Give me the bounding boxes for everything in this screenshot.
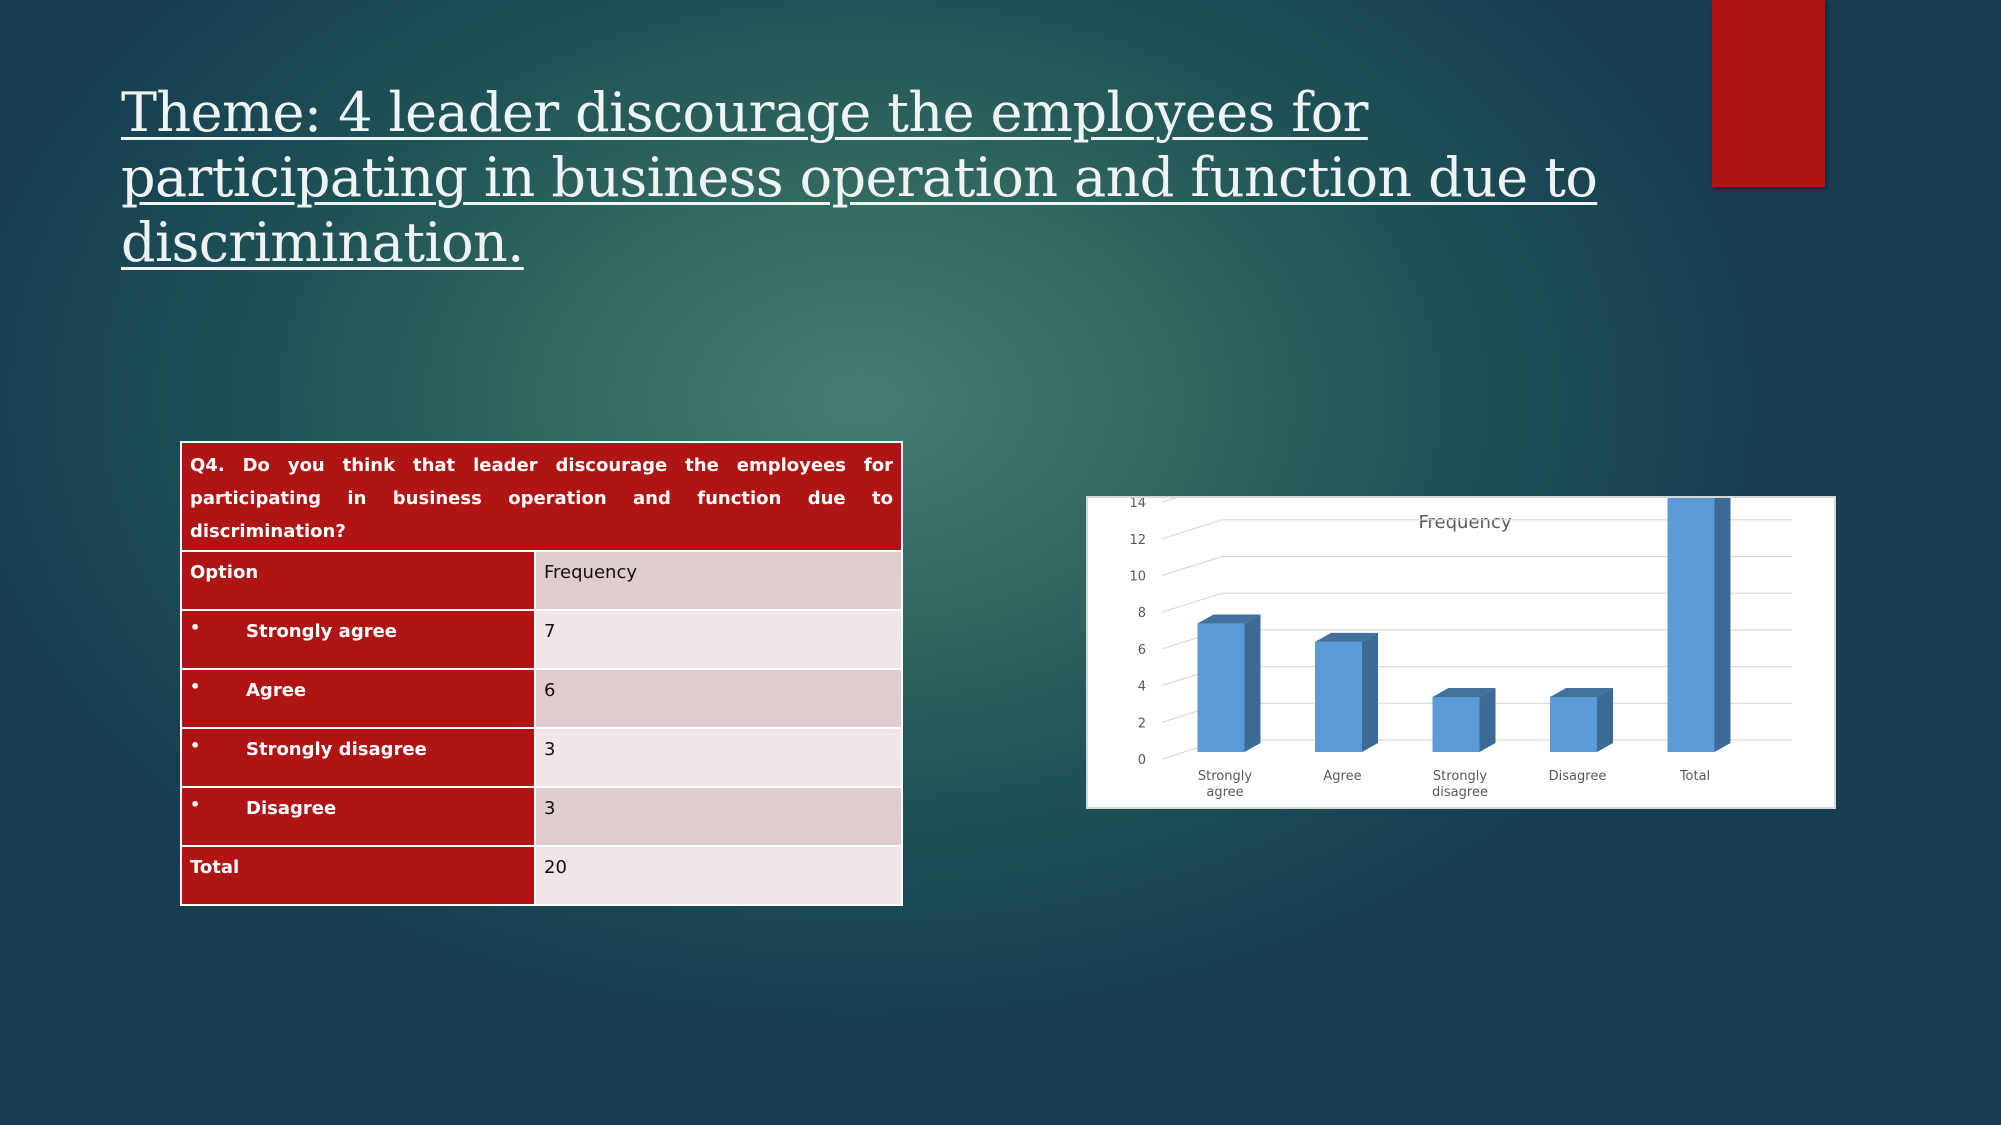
slide-title: Theme: 4 leader discourage the employees… <box>121 81 1598 274</box>
bar-front <box>1197 623 1245 752</box>
x-axis-labels: StronglyagreeAgree StronglydisagreeDisagr… <box>1198 769 1710 800</box>
header-option: Option <box>180 550 536 611</box>
gridline-side <box>1161 519 1223 540</box>
accent-bar <box>1712 0 1825 187</box>
gridline-side <box>1161 555 1223 577</box>
bars <box>1197 498 1731 752</box>
option-label: Strongly disagree <box>246 739 427 760</box>
y-axis-ticks: 02468101214161820 <box>1129 498 1146 768</box>
option-cell: • Disagree <box>180 786 536 847</box>
total-label: Total <box>180 845 536 906</box>
bullet-icon: • <box>190 618 201 637</box>
bullet-icon: • <box>190 677 201 696</box>
bullet-icon: • <box>190 795 201 814</box>
y-tick-label: 6 <box>1138 643 1146 658</box>
chart-canvas: Frequency 02468101214161820 Stronglyagre… <box>1129 498 1792 800</box>
x-tick-label: Disagree <box>1549 769 1607 784</box>
x-tick-label: Strongly <box>1433 769 1487 784</box>
header-frequency: Frequency <box>534 550 903 611</box>
option-label: Disagree <box>246 798 337 819</box>
y-tick-label: 8 <box>1138 606 1146 621</box>
header-row: Option Frequency <box>180 550 903 611</box>
y-tick-label: 14 <box>1129 498 1146 511</box>
x-tick-label: disagree <box>1432 785 1488 800</box>
question-cell: Q4. Do you think that leader discourage … <box>180 441 903 552</box>
bar-side <box>1597 687 1613 752</box>
option-cell: • Strongly disagree <box>180 727 536 788</box>
y-tick-label: 0 <box>1138 753 1146 768</box>
frequency-cell: 7 <box>534 609 903 670</box>
bar-agree <box>1315 632 1378 752</box>
survey-table: Q4. Do you think that leader discourage … <box>180 441 903 906</box>
y-tick-label: 12 <box>1129 533 1146 548</box>
bar-front <box>1550 696 1597 752</box>
y-tick-label: 10 <box>1129 570 1146 585</box>
frequency-cell: 3 <box>534 786 903 847</box>
gridline-side <box>1161 592 1223 613</box>
x-tick-label: agree <box>1206 785 1243 800</box>
bar-strongly-disagree <box>1432 687 1496 752</box>
bar-side <box>1244 614 1261 752</box>
question-row: Q4. Do you think that leader discourage … <box>180 441 903 552</box>
gridline-side <box>1161 498 1177 503</box>
y-tick-label: 2 <box>1138 716 1146 731</box>
bar-front <box>1315 641 1362 752</box>
bar-strongly-agree <box>1197 614 1261 752</box>
option-cell: • Strongly agree <box>180 609 536 670</box>
table-row: • Strongly disagree 3 <box>180 727 903 788</box>
frequency-cell: 3 <box>534 727 903 788</box>
x-tick-label: Total <box>1679 769 1710 784</box>
bar-total <box>1667 498 1731 752</box>
bar-side <box>1362 632 1378 752</box>
table-row: • Disagree 3 <box>180 786 903 847</box>
bar-disagree <box>1550 687 1613 752</box>
option-label: Strongly agree <box>246 621 398 642</box>
option-label: Agree <box>246 680 307 701</box>
bar-front <box>1432 696 1480 752</box>
bar-front <box>1667 498 1715 752</box>
total-frequency: 20 <box>534 845 903 906</box>
table-row: • Agree 6 <box>180 668 903 729</box>
bar-side <box>1479 687 1496 752</box>
table-row: • Strongly agree 7 <box>180 609 903 670</box>
x-tick-label: Agree <box>1323 769 1361 784</box>
chart-title: Frequency <box>1419 512 1512 533</box>
y-tick-label: 4 <box>1138 680 1146 695</box>
bar-side <box>1714 498 1731 752</box>
option-cell: • Agree <box>180 668 536 729</box>
bullet-icon: • <box>190 736 201 755</box>
total-row: Total 20 <box>180 845 903 906</box>
frequency-cell: 6 <box>534 668 903 729</box>
frequency-chart: Frequency 02468101214161820 Stronglyagre… <box>1086 496 1836 809</box>
x-tick-label: Strongly <box>1198 769 1252 784</box>
